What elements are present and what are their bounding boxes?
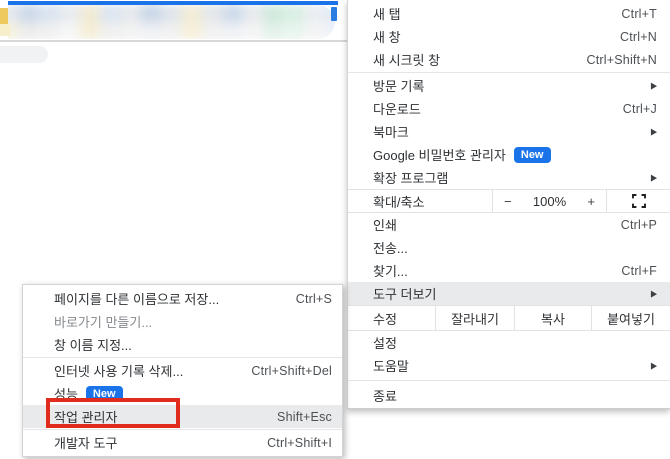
menu-item-save-page-as[interactable]: 페이지를 다른 이름으로 저장... Ctrl+S [23,287,342,310]
cut-button[interactable]: 잘라내기 [436,306,514,330]
menu-item-create-shortcut[interactable]: 바로가기 만들기... [23,310,342,333]
edit-label: 수정 [348,306,435,330]
menu-separator [23,357,342,358]
menu-item-shortcut: Ctrl+J [623,102,657,116]
menu-item-downloads[interactable]: 다운로드 Ctrl+J [348,97,670,120]
menu-item-extensions[interactable]: 확장 프로그램 ▶ [348,166,670,189]
zoom-controls-row: 확대/축소 − 100% + [348,189,670,213]
menu-item-label: 다운로드 [373,99,421,118]
menu-item-label: 바로가기 만들기... [54,312,152,331]
menu-item-more-tools[interactable]: 도구 더보기 ▶ [348,282,670,305]
menu-item-label: 도구 더보기 [373,284,436,303]
more-tools-submenu: 페이지를 다른 이름으로 저장... Ctrl+S 바로가기 만들기... 창 … [22,284,343,457]
menu-item-shortcut: Ctrl+S [296,292,332,306]
menu-item-label: Google 비밀번호 관리자 [373,145,506,164]
menu-separator [348,72,670,73]
menu-item-shortcut: Ctrl+Shift+N [587,53,657,67]
menu-item-shortcut: Ctrl+N [620,30,657,44]
menu-separator [348,380,670,381]
annotation-box-task-manager [46,398,180,428]
menu-item-print[interactable]: 인쇄 Ctrl+P [348,213,670,236]
menu-item-shortcut: Ctrl+Shift+I [267,436,332,450]
menu-item-find[interactable]: 찾기... Ctrl+F [348,259,670,282]
zoom-out-button[interactable]: − [504,194,512,209]
zoom-control-group: − 100% + [493,190,606,212]
menu-item-google-password-manager[interactable]: Google 비밀번호 관리자 New [348,143,670,166]
copy-button[interactable]: 복사 [515,306,591,330]
menu-item-label: 새 창 [373,27,401,46]
menu-item-label: 새 탭 [373,4,401,23]
zoom-level: 100% [533,194,566,209]
menu-item-new-tab[interactable]: 새 탭 Ctrl+T [348,2,670,25]
menu-item-shortcut: Ctrl+Shift+Del [251,364,332,378]
menu-item-new-window[interactable]: 새 창 Ctrl+N [348,25,670,48]
menu-item-name-window[interactable]: 창 이름 지정... [23,333,342,356]
menu-item-label: 새 시크릿 창 [373,50,440,69]
toolbar-divider [0,40,347,42]
menu-item-history[interactable]: 방문 기록 ▶ [348,74,670,97]
fullscreen-icon [632,194,646,208]
menu-item-label: 창 이름 지정... [54,335,132,354]
menu-item-label: 찾기... [373,261,408,280]
blurred-toolbar-item [0,46,48,63]
blurred-blue-icon [331,7,337,21]
menu-item-settings[interactable]: 설정 [348,331,670,354]
submenu-arrow-icon: ▶ [651,80,657,90]
blurred-tab-strip [8,5,335,39]
submenu-arrow-icon: ▶ [651,126,657,136]
edit-row: 수정 잘라내기 복사 붙여넣기 [348,305,670,331]
submenu-arrow-icon: ▶ [651,172,657,182]
menu-item-bookmarks[interactable]: 북마크 ▶ [348,120,670,143]
menu-item-shortcut: Ctrl+P [621,218,657,232]
menu-item-label: 방문 기록 [373,76,424,95]
menu-separator [23,429,342,430]
new-badge: New [514,147,551,163]
menu-item-label: 인쇄 [373,215,397,234]
menu-item-label: 도움말 [373,356,409,375]
menu-item-help[interactable]: 도움말 ▶ [348,354,670,377]
paste-button[interactable]: 붙여넣기 [592,306,670,330]
blurred-favicon-glow [0,24,10,36]
fullscreen-button[interactable] [607,190,670,212]
zoom-label: 확대/축소 [348,190,492,212]
menu-item-label: 개발자 도구 [54,433,117,452]
blurred-favicon [0,8,8,24]
menu-item-shortcut: Shift+Esc [277,410,332,424]
menu-item-cast[interactable]: 전송... [348,236,670,259]
chrome-main-menu: 새 탭 Ctrl+T 새 창 Ctrl+N 새 시크릿 창 Ctrl+Shift… [347,0,670,409]
menu-item-label: 종료 [373,386,397,405]
menu-item-clear-browsing-data[interactable]: 인터넷 사용 기록 삭제... Ctrl+Shift+Del [23,359,342,382]
menu-item-label: 북마크 [373,122,409,141]
menu-item-developer-tools[interactable]: 개발자 도구 Ctrl+Shift+I [23,431,342,454]
menu-item-label: 설정 [373,333,397,352]
menu-item-new-incognito-window[interactable]: 새 시크릿 창 Ctrl+Shift+N [348,48,670,71]
submenu-arrow-icon: ▶ [651,360,657,370]
submenu-arrow-icon: ▶ [651,288,657,298]
menu-item-label: 확장 프로그램 [373,168,448,187]
zoom-in-button[interactable]: + [587,194,595,209]
menu-item-label: 전송... [373,238,408,257]
menu-item-shortcut: Ctrl+F [621,264,657,278]
menu-item-label: 페이지를 다른 이름으로 저장... [54,289,219,308]
menu-item-exit[interactable]: 종료 [348,384,670,407]
menu-item-shortcut: Ctrl+T [621,7,657,21]
menu-item-label: 인터넷 사용 기록 삭제... [54,361,183,380]
